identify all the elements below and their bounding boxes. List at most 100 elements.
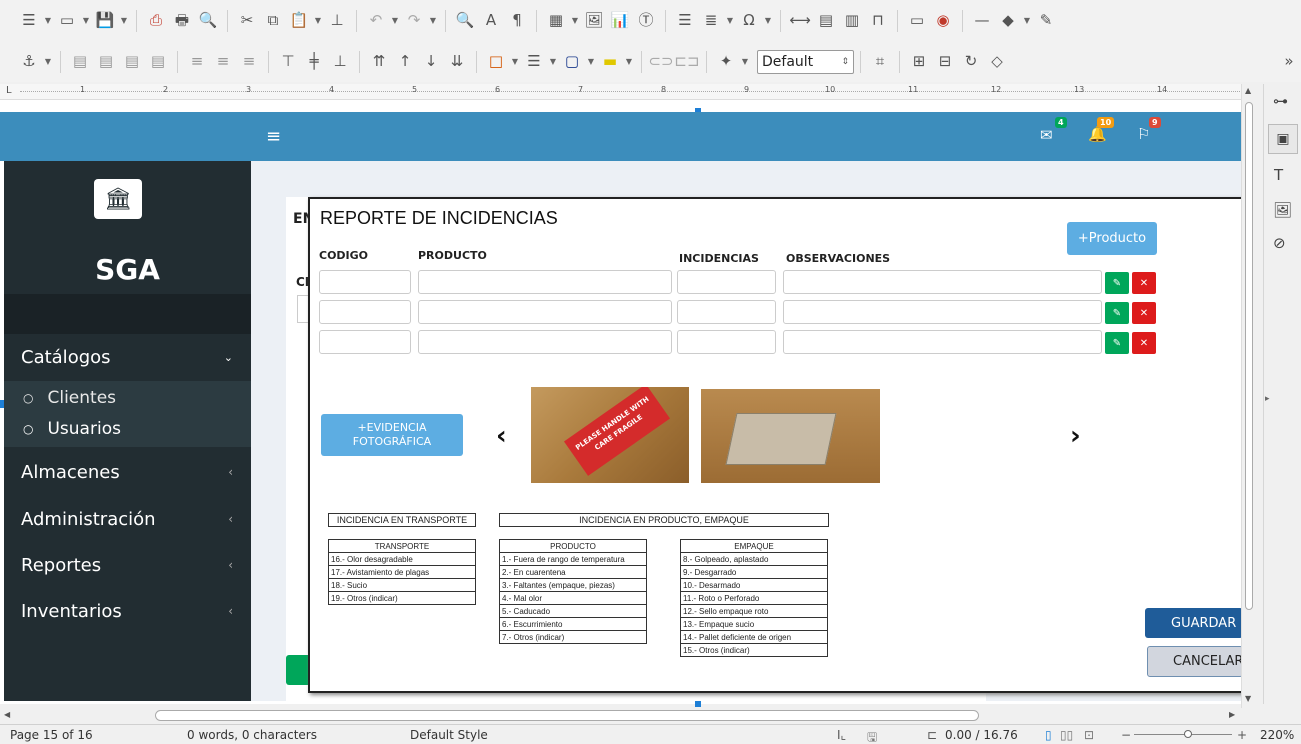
dropdown-arrow-icon[interactable]: ▼ (509, 49, 521, 75)
sidebar-item-reportes[interactable]: Reportes ‹ (4, 549, 251, 581)
columns-icon[interactable]: ⊟ (932, 49, 958, 75)
special-character-icon[interactable]: Ω (736, 8, 762, 34)
producto-input[interactable] (418, 270, 672, 294)
cancel-button[interactable]: CANCELAR (1147, 646, 1243, 677)
edit-row-button[interactable]: ✎ (1105, 272, 1129, 294)
line-icon[interactable]: — (969, 8, 995, 34)
print-preview-icon[interactable]: 🔍 (195, 8, 221, 34)
paragraph-style-icon[interactable]: ☰ (16, 8, 42, 34)
fontwork-icon[interactable]: ✦ (713, 49, 739, 75)
area-color-icon[interactable]: ▬ (597, 49, 623, 75)
align-right-icon[interactable]: ≡ (236, 49, 262, 75)
sidebar-item-catalogos[interactable]: Catálogos ⌄ (4, 341, 251, 373)
border-style-icon[interactable]: ☰ (521, 49, 547, 75)
scroll-right-icon[interactable]: ▶ (1229, 710, 1235, 719)
sidebar-item-administracion[interactable]: Administración ‹ (4, 503, 251, 535)
dropdown-arrow-icon[interactable]: ▼ (389, 8, 401, 34)
wrap-through-icon[interactable]: ▤ (145, 49, 171, 75)
sidebar-subitem-usuarios[interactable]: ○ Usuarios (23, 419, 121, 439)
add-product-button[interactable]: +Producto (1067, 222, 1157, 255)
zoom-out-icon[interactable]: − (1121, 728, 1131, 742)
scroll-down-icon[interactable]: ▼ (1245, 694, 1251, 703)
insert-chart-icon[interactable]: 📊 (607, 8, 633, 34)
codigo-input[interactable] (319, 270, 411, 294)
more-icon[interactable]: » (1276, 48, 1301, 74)
codigo-input[interactable] (319, 330, 411, 354)
dropdown-arrow-icon[interactable]: ▼ (724, 8, 736, 34)
crop-icon[interactable]: ⌗ (867, 49, 893, 75)
wrap-off-icon[interactable]: ▤ (67, 49, 93, 75)
forward-one-icon[interactable]: ↑ (392, 49, 418, 75)
save-button[interactable]: GUARDAR (1145, 608, 1243, 638)
horizontal-ruler[interactable]: L 1 2 3 4 5 6 7 8 9 10 11 12 13 14 (0, 84, 1241, 100)
shapes-icon[interactable]: ◆ (995, 8, 1021, 34)
zoom-slider[interactable] (1134, 734, 1232, 735)
tab-stop-icon[interactable]: L (6, 85, 12, 96)
dropdown-arrow-icon[interactable]: ▼ (427, 8, 439, 34)
points-icon[interactable]: ◇ (984, 49, 1010, 75)
dropdown-arrow-icon[interactable]: ▼ (739, 49, 751, 75)
save-icon[interactable]: 💾 (92, 8, 118, 34)
codigo-input[interactable] (319, 300, 411, 324)
incidencias-input[interactable] (677, 270, 776, 294)
border-color-icon[interactable]: ▢ (559, 49, 585, 75)
dropdown-arrow-icon[interactable]: ▼ (585, 49, 597, 75)
draw-icon[interactable]: ✎ (1033, 8, 1059, 34)
open-icon[interactable]: ▭ (54, 8, 80, 34)
multi-page-view-icon[interactable]: ▯▯ (1060, 728, 1073, 742)
properties-icon[interactable]: ⊞ (906, 49, 932, 75)
selection-handle[interactable] (695, 701, 701, 707)
observaciones-input[interactable] (783, 300, 1102, 324)
incidencias-input[interactable] (677, 330, 776, 354)
styles-panel-icon[interactable]: T (1274, 166, 1283, 184)
back-one-icon[interactable]: ↓ (418, 49, 444, 75)
borders-icon[interactable]: □ (483, 49, 509, 75)
edit-row-button[interactable]: ✎ (1105, 302, 1129, 324)
link-frames-icon[interactable]: ⊂⊃ (648, 49, 674, 75)
print-icon[interactable]: 🖶 (169, 8, 195, 34)
wrap-optimal-icon[interactable]: ▤ (119, 49, 145, 75)
frame-style-select[interactable]: Default ⇕ (757, 49, 854, 74)
word-count[interactable]: 0 words, 0 characters (187, 728, 317, 742)
insert-table-icon[interactable]: ▦ (543, 8, 569, 34)
properties-panel-icon[interactable]: ▣ (1268, 124, 1298, 154)
align-middle-icon[interactable]: ╪ (301, 49, 327, 75)
delete-row-button[interactable]: ✕ (1132, 302, 1156, 324)
align-center-icon[interactable]: ≡ (210, 49, 236, 75)
copy-icon[interactable]: ⧉ (260, 8, 286, 34)
observaciones-input[interactable] (783, 270, 1102, 294)
carousel-prev-icon[interactable]: ‹ (496, 421, 507, 451)
scroll-up-icon[interactable]: ▲ (1245, 86, 1251, 95)
bookmark-icon[interactable]: ⊓ (865, 8, 891, 34)
observaciones-input[interactable] (783, 330, 1102, 354)
clone-formatting-icon[interactable]: ⊥ (324, 8, 350, 34)
edit-row-button[interactable]: ✎ (1105, 332, 1129, 354)
zoom-in-icon[interactable]: + (1237, 728, 1247, 742)
delete-row-button[interactable]: ✕ (1132, 332, 1156, 354)
paste-icon[interactable]: 📋 (286, 8, 312, 34)
anchor-icon[interactable]: ⚓ (16, 49, 42, 75)
selection-handle[interactable] (0, 400, 4, 408)
insert-mode-icon[interactable]: I⌞ (837, 728, 846, 742)
scroll-left-icon[interactable]: ◀ (4, 710, 10, 719)
cut-icon[interactable]: ✂ (234, 8, 260, 34)
zoom-slider-handle[interactable] (1184, 730, 1192, 738)
align-left-icon[interactable]: ≡ (184, 49, 210, 75)
mail-icon[interactable]: ✉ (1040, 126, 1053, 144)
dropdown-arrow-icon[interactable]: ▼ (762, 8, 774, 34)
dropdown-arrow-icon[interactable]: ▼ (118, 8, 130, 34)
vertical-scrollbar[interactable]: ▲ ▼ (1241, 84, 1257, 708)
sidebar-item-inventarios[interactable]: Inventarios ‹ (4, 595, 251, 627)
export-pdf-icon[interactable]: ⎙ (143, 8, 169, 34)
delete-row-button[interactable]: ✕ (1132, 272, 1156, 294)
zoom-level[interactable]: 220% (1260, 728, 1294, 742)
dropdown-arrow-icon[interactable]: ▼ (623, 49, 635, 75)
page-indicator[interactable]: Page 15 of 16 (10, 728, 93, 742)
collapse-sidebar-icon[interactable]: ▸ (1265, 394, 1270, 404)
find-replace-icon[interactable]: 🔍 (452, 8, 478, 34)
footnote-icon[interactable]: ▤ (813, 8, 839, 34)
wrap-page-icon[interactable]: ▤ (93, 49, 119, 75)
flag-icon[interactable]: ⚐ (1137, 125, 1150, 143)
single-page-view-icon[interactable]: ▯ (1045, 728, 1052, 742)
formatting-marks-icon[interactable]: ¶ (504, 8, 530, 34)
